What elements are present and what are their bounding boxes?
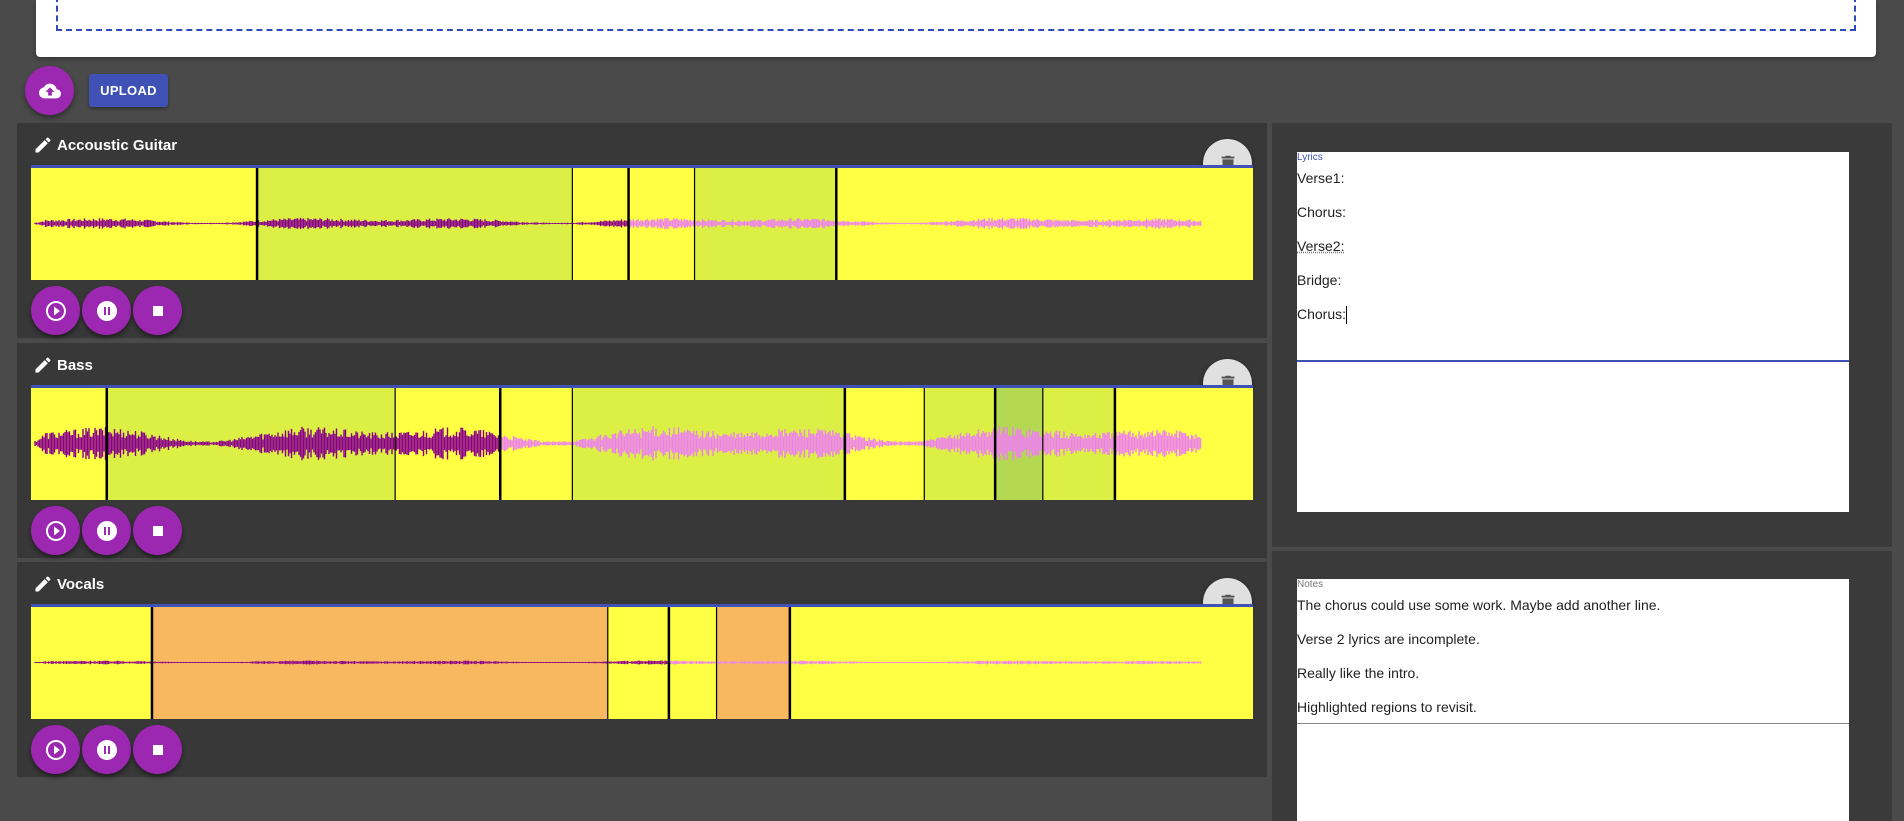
track-name: Vocals	[57, 575, 105, 593]
waveform[interactable]	[31, 604, 1253, 719]
pause-circle-icon	[96, 739, 117, 760]
track-title: Bass	[33, 353, 93, 377]
file-dropzone[interactable]	[56, 0, 1856, 31]
transport-controls	[31, 506, 182, 555]
lyrics-underline	[1297, 360, 1849, 362]
transport-controls	[31, 286, 182, 335]
waveform-progress-line	[31, 604, 1253, 607]
play-button[interactable]	[31, 286, 80, 335]
lyrics-line: Verse2:	[1297, 238, 1345, 254]
notes-panel: Notes The chorus could use some work. Ma…	[1272, 551, 1892, 821]
stop-icon	[152, 525, 163, 536]
play-button[interactable]	[31, 725, 80, 774]
notes-underline	[1297, 723, 1849, 724]
transport-controls	[31, 725, 182, 774]
lyrics-line: Verse1:	[1297, 170, 1345, 186]
notes-field[interactable]: Notes The chorus could use some work. Ma…	[1297, 579, 1849, 821]
pencil-icon	[35, 137, 51, 153]
notes-line: Verse 2 lyrics are incomplete.	[1297, 631, 1480, 647]
pencil-icon	[35, 576, 51, 592]
lyrics-field[interactable]: Lyrics Verse1: Chorus: Verse2: Bridge: C…	[1297, 152, 1849, 512]
waveform-canvas	[34, 165, 1202, 280]
play-button[interactable]	[31, 506, 80, 555]
track-name: Bass	[57, 356, 93, 374]
notes-line: Highlighted regions to revisit.	[1297, 699, 1477, 715]
pencil-icon	[35, 357, 51, 373]
track-card: Bass	[17, 343, 1267, 558]
waveform-progress-line	[31, 165, 1253, 168]
pause-button[interactable]	[82, 286, 131, 335]
notes-line: The chorus could use some work. Maybe ad…	[1297, 597, 1661, 613]
stop-icon	[152, 305, 163, 316]
waveform[interactable]	[31, 385, 1253, 500]
lyrics-text[interactable]: Verse1: Chorus: Verse2: Bridge: Chorus:	[1297, 170, 1849, 324]
lyrics-label: Lyrics	[1297, 152, 1323, 163]
waveform-progress-line	[31, 385, 1253, 388]
cloud-upload-button[interactable]	[25, 66, 74, 115]
stop-button[interactable]	[133, 725, 182, 774]
track-title: Vocals	[33, 572, 104, 596]
lyrics-line: Bridge:	[1297, 272, 1342, 288]
notes-label: Notes	[1297, 579, 1324, 590]
track-card: Accoustic Guitar	[17, 123, 1267, 338]
pause-button[interactable]	[82, 725, 131, 774]
play-circle-icon	[45, 520, 66, 541]
track-card: Vocals	[17, 562, 1267, 777]
play-circle-icon	[45, 300, 66, 321]
stop-icon	[152, 744, 163, 755]
edit-track-name-button[interactable]	[33, 135, 53, 155]
edit-track-name-button[interactable]	[33, 355, 53, 375]
pause-circle-icon	[96, 520, 117, 541]
pause-circle-icon	[96, 300, 117, 321]
waveform[interactable]	[31, 165, 1253, 280]
cloud-upload-icon	[38, 83, 61, 98]
upload-button[interactable]: UPLOAD	[89, 74, 168, 107]
file-dropzone-card	[36, 0, 1876, 57]
stop-button[interactable]	[133, 506, 182, 555]
notes-text[interactable]: The chorus could use some work. Maybe ad…	[1297, 597, 1849, 733]
pause-button[interactable]	[82, 506, 131, 555]
play-circle-icon	[45, 739, 66, 760]
waveform-canvas	[34, 604, 1202, 719]
stop-button[interactable]	[133, 286, 182, 335]
waveform-canvas	[34, 385, 1202, 500]
track-name: Accoustic Guitar	[57, 136, 178, 154]
lyrics-line: Chorus:	[1297, 204, 1347, 220]
lyrics-panel: Lyrics Verse1: Chorus: Verse2: Bridge: C…	[1272, 123, 1892, 547]
track-title: Accoustic Guitar	[33, 133, 177, 157]
edit-track-name-button[interactable]	[33, 574, 53, 594]
lyrics-line: Chorus:	[1297, 306, 1348, 324]
notes-line: Really like the intro.	[1297, 665, 1420, 681]
